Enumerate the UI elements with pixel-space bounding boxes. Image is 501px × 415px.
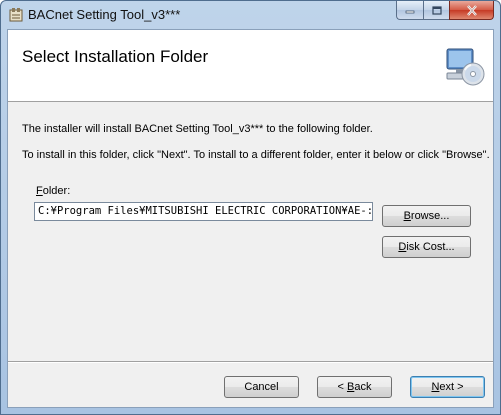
title-bar[interactable]: BACnet Setting Tool_v3***	[1, 1, 500, 29]
maximize-button[interactable]	[423, 1, 449, 20]
browse-mnemonic: B	[403, 210, 411, 222]
dialog-client-area: Select Installation Folder The installer…	[7, 29, 494, 408]
maximize-icon	[431, 5, 442, 15]
computer-disc-icon	[446, 48, 485, 86]
next-mnemonic: N	[431, 381, 440, 393]
back-label: ack	[354, 381, 372, 393]
caption-buttons	[396, 1, 494, 20]
close-icon	[466, 4, 477, 16]
install-instructions: To install in this folder, click "Next".…	[22, 149, 490, 161]
minimize-icon	[405, 10, 415, 14]
disk-cost-label: isk Cost...	[406, 241, 455, 253]
folder-label: Folder:	[36, 185, 70, 197]
window-title: BACnet Setting Tool_v3***	[28, 7, 181, 22]
disk-cost-button[interactable]: Disk Cost...	[382, 236, 471, 258]
next-button[interactable]: Next >	[410, 376, 485, 398]
back-prefix: <	[337, 381, 347, 393]
back-button[interactable]: < Back	[317, 376, 392, 398]
close-button[interactable]	[449, 1, 494, 20]
browse-button[interactable]: Browse...	[382, 205, 471, 227]
page-title: Select Installation Folder	[22, 47, 209, 66]
installer-window: BACnet Setting Tool_v3*** Select Install…	[0, 0, 501, 415]
footer-separator	[8, 361, 493, 363]
minimize-button[interactable]	[396, 1, 423, 20]
install-description: The installer will install BACnet Settin…	[22, 123, 373, 135]
next-label: ext >	[439, 381, 464, 393]
folder-path-input[interactable]: C:¥Program Files¥MITSUBISHI ELECTRIC COR…	[34, 202, 373, 221]
browse-label: rowse...	[410, 210, 450, 222]
installer-app-icon	[9, 8, 23, 22]
cancel-button[interactable]: Cancel	[224, 376, 299, 398]
back-mnemonic: B	[347, 381, 355, 393]
folder-label-text: older:	[42, 185, 71, 197]
disk-cost-mnemonic: D	[398, 241, 407, 253]
header-banner: Select Installation Folder	[8, 30, 493, 102]
folder-label-mnemonic: F	[36, 185, 43, 197]
